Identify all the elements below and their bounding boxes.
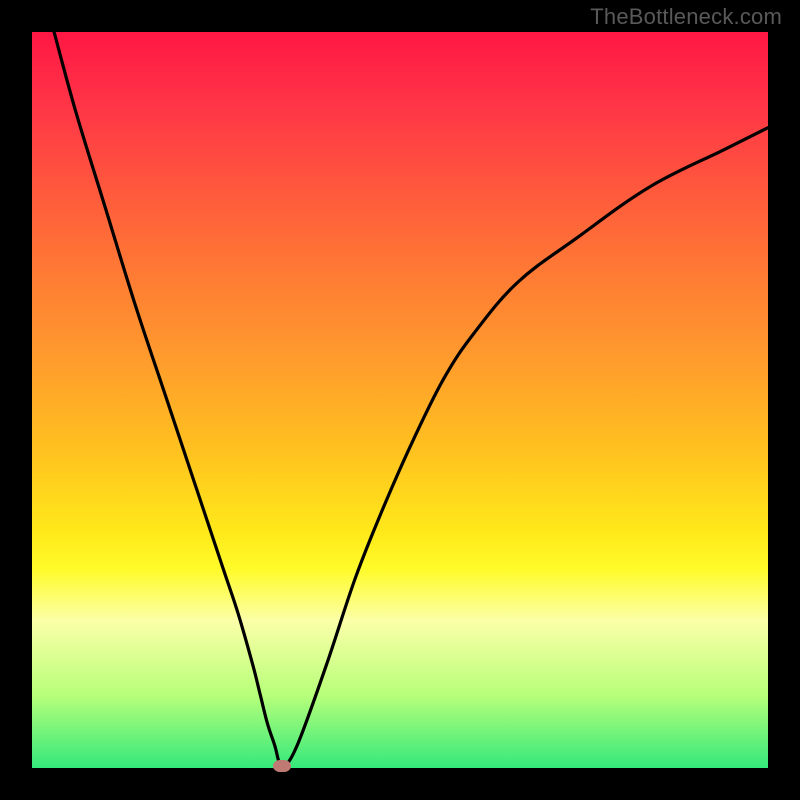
watermark-text: TheBottleneck.com (590, 4, 782, 30)
minimum-marker (273, 760, 291, 772)
chart-container: TheBottleneck.com (0, 0, 800, 800)
line-series (32, 32, 768, 768)
plot-area (32, 32, 768, 768)
